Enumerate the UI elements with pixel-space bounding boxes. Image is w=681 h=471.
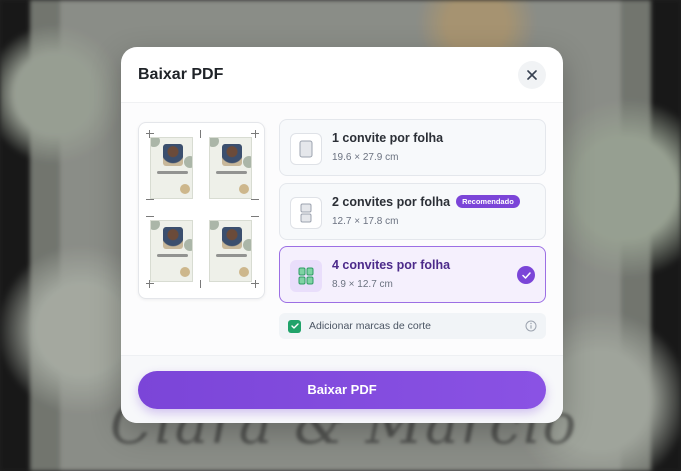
crop-mark [255,280,256,288]
download-pdf-button[interactable]: Baixar PDF [138,370,546,409]
two-up-layout-icon [290,197,322,229]
modal-footer: Baixar PDF [121,355,563,423]
selected-check-icon [517,266,535,284]
close-button[interactable] [518,60,546,89]
option-title-text: 2 convites por folha [332,195,451,209]
modal-header: Baixar PDF [121,47,563,103]
option-title: 4 convites por folha [332,258,451,272]
crop-mark [149,280,150,288]
single-page-layout-icon [290,133,322,165]
crop-mark [251,199,259,200]
cut-marks-label: Adicionar marcas de corte [309,320,431,332]
invitation-thumbnail [150,137,193,199]
invitation-thumbnail [150,220,193,282]
option-size: 19.6 × 27.9 cm [332,152,399,163]
crop-mark [251,216,259,217]
crop-mark [146,199,154,200]
crop-mark [146,283,154,284]
option-title: 2 convites por folha Recomendado [332,195,520,209]
option-4-per-sheet[interactable]: 4 convites por folha 8.9 × 12.7 cm [279,246,546,303]
sheet-preview [138,122,265,299]
crop-mark [146,216,154,217]
crop-mark [200,280,201,288]
close-icon [527,69,537,80]
invitation-thumbnail [209,137,252,199]
invitation-thumbnail [209,220,252,282]
cut-marks-checkbox[interactable] [288,319,301,333]
option-title: 1 convite por folha [332,131,444,145]
checkmark-icon [290,323,299,329]
four-up-layout-icon [290,260,322,292]
modal-body: 1 convite por folha 19.6 × 27.9 cm 2 con… [121,103,563,355]
crop-mark [200,130,201,138]
modal-title: Baixar PDF [138,65,224,83]
info-icon[interactable] [525,320,537,332]
crop-mark [146,133,154,134]
cut-marks-row: Adicionar marcas de corte [279,313,546,339]
option-1-per-sheet[interactable]: 1 convite por folha 19.6 × 27.9 cm [279,119,546,176]
option-size: 8.9 × 12.7 cm [332,279,393,290]
option-size: 12.7 × 17.8 cm [332,216,399,227]
crop-mark [255,130,256,138]
option-2-per-sheet[interactable]: 2 convites por folha Recomendado 12.7 × 1… [279,183,546,240]
download-pdf-modal: Baixar PDF 1 convite por folha 19.6 × 27… [121,47,563,423]
recommended-badge: Recomendado [456,195,520,208]
crop-mark [149,130,150,138]
